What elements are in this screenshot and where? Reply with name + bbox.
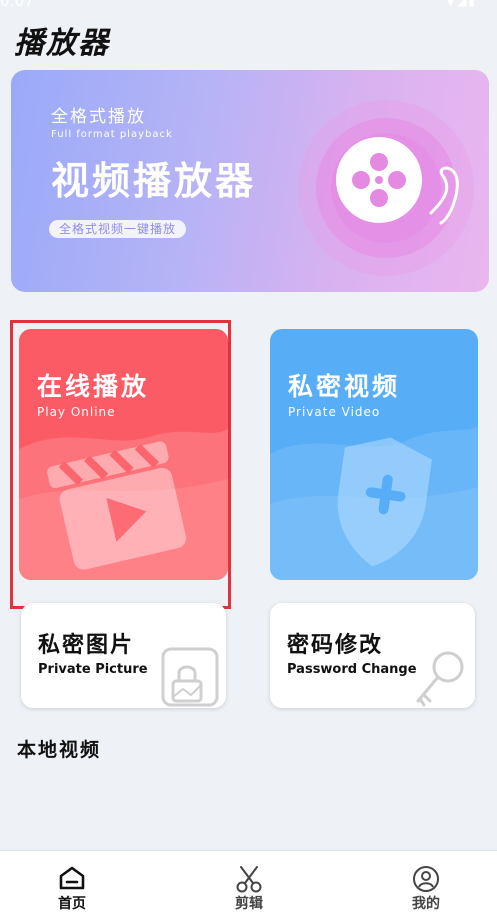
nav-mine[interactable]: 我的 <box>386 851 466 918</box>
status-bar: 0:07 ▼◢▮ <box>0 0 497 14</box>
private-video-card[interactable]: 私密视频 Private Video <box>270 329 478 580</box>
bottom-nav: 首页 剪辑 我的 <box>0 850 497 918</box>
nav-mine-label: 我的 <box>412 896 440 912</box>
app-title: 播放器 <box>14 26 110 61</box>
scissors-icon <box>236 866 262 893</box>
private-picture-title: 私密图片 <box>38 633 135 658</box>
banner-heading: 视频播放器 <box>51 159 257 203</box>
banner-pill: 全格式视频一键播放 <box>49 220 187 238</box>
password-change-subtitle: Password Change <box>287 662 417 677</box>
password-change-title: 密码修改 <box>287 633 384 658</box>
play-online-subtitle: Play Online <box>37 405 116 419</box>
nav-home[interactable]: 首页 <box>32 851 112 918</box>
banner-kicker-en: Full format playback <box>51 129 173 140</box>
private-video-title: 私密视频 <box>288 372 401 401</box>
play-online-title: 在线播放 <box>37 372 150 401</box>
film-reel-icon <box>298 100 474 276</box>
private-picture-card[interactable]: 私密图片 Private Picture <box>21 603 226 708</box>
password-change-card[interactable]: 密码修改 Password Change <box>270 603 475 708</box>
home-icon <box>59 866 85 890</box>
play-online-card[interactable]: 在线播放 Play Online <box>19 329 228 580</box>
local-video-section-title: 本地视频 <box>17 739 102 761</box>
key-icon <box>416 651 464 707</box>
status-time: 0:07 <box>0 0 34 10</box>
nav-home-label: 首页 <box>58 896 86 912</box>
status-icons: ▼◢▮ <box>445 0 477 8</box>
profile-icon <box>413 866 439 892</box>
nav-edit[interactable]: 剪辑 <box>209 851 289 918</box>
private-video-subtitle: Private Video <box>288 405 381 419</box>
banner-kicker: 全格式播放 <box>51 107 146 127</box>
private-picture-subtitle: Private Picture <box>38 662 148 677</box>
nav-edit-label: 剪辑 <box>235 896 263 912</box>
banner[interactable]: 全格式播放 Full format playback 视频播放器 全格式视频一键… <box>11 70 489 292</box>
locked-picture-icon <box>161 647 219 707</box>
